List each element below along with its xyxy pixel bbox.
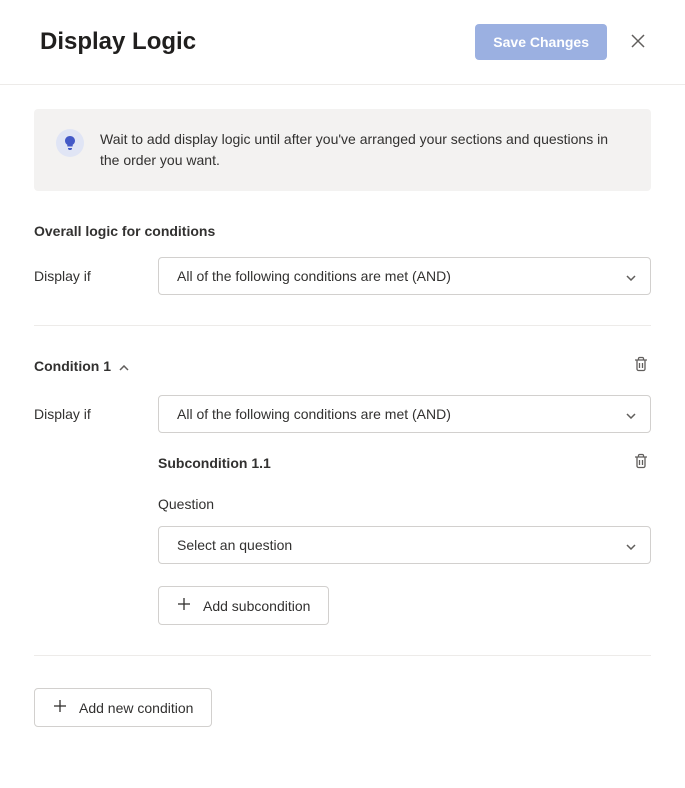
condition-1-toggle[interactable]: Condition 1 bbox=[34, 358, 129, 374]
trash-icon bbox=[633, 453, 649, 472]
delete-subcondition-button[interactable] bbox=[631, 451, 651, 474]
add-new-condition-button[interactable]: Add new condition bbox=[34, 688, 212, 727]
add-subcondition-label: Add subcondition bbox=[203, 598, 310, 614]
chevron-down-icon bbox=[626, 268, 636, 284]
add-new-condition-label: Add new condition bbox=[79, 700, 193, 716]
save-changes-button[interactable]: Save Changes bbox=[475, 24, 607, 60]
chevron-up-icon bbox=[119, 358, 129, 374]
overall-display-if-row: Display if All of the following conditio… bbox=[34, 257, 651, 295]
subcondition-1-1-title: Subcondition 1.1 bbox=[158, 455, 271, 471]
subcondition-1-1-header: Subcondition 1.1 bbox=[158, 451, 651, 474]
delete-condition-button[interactable] bbox=[631, 354, 651, 377]
add-subcondition-button[interactable]: Add subcondition bbox=[158, 586, 329, 625]
close-button[interactable] bbox=[627, 30, 649, 55]
lightbulb-icon bbox=[56, 129, 84, 157]
plus-icon bbox=[53, 699, 67, 716]
info-banner: Wait to add display logic until after yo… bbox=[34, 109, 651, 191]
divider bbox=[34, 325, 651, 326]
subcondition-block: Subcondition 1.1 Question Select an ques… bbox=[34, 451, 651, 625]
overall-display-if-value: All of the following conditions are met … bbox=[177, 268, 451, 284]
trash-icon bbox=[633, 356, 649, 375]
chevron-down-icon bbox=[626, 537, 636, 553]
page-title: Display Logic bbox=[40, 28, 196, 56]
question-label: Question bbox=[158, 496, 651, 512]
condition-1-display-if-row: Display if All of the following conditio… bbox=[34, 395, 651, 433]
overall-display-if-label: Display if bbox=[34, 268, 142, 284]
panel-header: Display Logic Save Changes bbox=[0, 0, 685, 85]
condition-1-display-if-value: All of the following conditions are met … bbox=[177, 406, 451, 422]
overall-logic-heading: Overall logic for conditions bbox=[34, 223, 651, 239]
overall-display-if-select[interactable]: All of the following conditions are met … bbox=[158, 257, 651, 295]
info-banner-text: Wait to add display logic until after yo… bbox=[100, 129, 629, 171]
plus-icon bbox=[177, 597, 191, 614]
condition-1-title: Condition 1 bbox=[34, 358, 111, 374]
chevron-down-icon bbox=[626, 406, 636, 422]
question-select-row: Select an question bbox=[158, 526, 651, 564]
close-icon bbox=[631, 34, 645, 51]
save-button-label: Save Changes bbox=[493, 34, 589, 50]
header-actions: Save Changes bbox=[475, 24, 649, 60]
question-select[interactable]: Select an question bbox=[158, 526, 651, 564]
condition-1-display-if-label: Display if bbox=[34, 406, 142, 422]
question-select-value: Select an question bbox=[177, 537, 292, 553]
condition-1-header: Condition 1 bbox=[34, 354, 651, 377]
panel-content: Wait to add display logic until after yo… bbox=[0, 85, 685, 751]
divider bbox=[34, 655, 651, 656]
condition-1-display-if-select[interactable]: All of the following conditions are met … bbox=[158, 395, 651, 433]
